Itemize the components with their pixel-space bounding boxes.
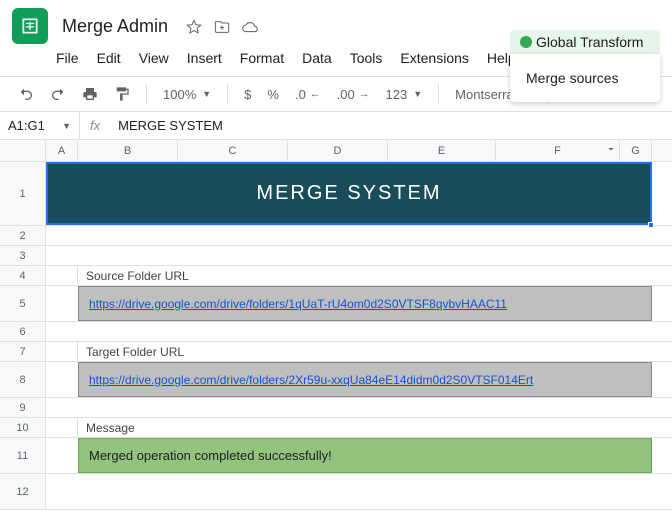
- formula-bar: A1:G1▼ fx MERGE SYSTEM: [0, 112, 672, 140]
- formula-input[interactable]: MERGE SYSTEM: [110, 118, 231, 133]
- menu-extensions[interactable]: Extensions: [392, 46, 476, 70]
- star-icon[interactable]: [186, 19, 202, 38]
- percent-button[interactable]: %: [261, 83, 285, 106]
- menu-insert[interactable]: Insert: [179, 46, 230, 70]
- fx-icon: fx: [80, 118, 110, 133]
- banner-cell[interactable]: MERGE SYSTEM: [46, 162, 652, 225]
- source-url-link[interactable]: https://drive.google.com/drive/folders/1…: [89, 297, 507, 311]
- document-title[interactable]: Merge Admin: [56, 14, 174, 39]
- col-header-E[interactable]: E: [388, 140, 496, 161]
- custom-menu-title: Global Transform: [536, 34, 643, 50]
- row-header-11[interactable]: 11: [0, 438, 46, 473]
- menu-file[interactable]: File: [48, 46, 87, 70]
- menu-tools[interactable]: Tools: [342, 46, 391, 70]
- source-url-cell[interactable]: https://drive.google.com/drive/folders/1…: [78, 286, 652, 321]
- row-header-8[interactable]: 8: [0, 362, 46, 397]
- row-header-12[interactable]: 12: [0, 474, 46, 509]
- select-all-corner[interactable]: [0, 140, 46, 161]
- col-header-A[interactable]: A: [46, 140, 78, 161]
- source-label[interactable]: Source Folder URL: [78, 266, 672, 285]
- row-header-7[interactable]: 7: [0, 342, 46, 361]
- target-url-cell[interactable]: https://drive.google.com/drive/folders/2…: [78, 362, 652, 397]
- spreadsheet-grid: A B C D E F G 1 MERGE SYSTEM 2 3 4 Source…: [0, 140, 672, 510]
- custom-menu: Global Transform Merge sources: [510, 30, 660, 102]
- name-box[interactable]: A1:G1▼: [0, 112, 80, 139]
- currency-button[interactable]: $: [238, 83, 257, 106]
- custom-menu-dropdown: Merge sources: [510, 54, 660, 102]
- target-url-link[interactable]: https://drive.google.com/drive/folders/2…: [89, 373, 533, 387]
- col-header-B[interactable]: B: [78, 140, 178, 161]
- number-format-select[interactable]: 123▼: [380, 83, 429, 106]
- menu-data[interactable]: Data: [294, 46, 340, 70]
- menu-item-merge-sources[interactable]: Merge sources: [510, 62, 660, 94]
- row-header-5[interactable]: 5: [0, 286, 46, 321]
- status-dot-icon: [520, 36, 532, 48]
- paint-format-button[interactable]: [108, 82, 136, 106]
- menu-view[interactable]: View: [131, 46, 177, 70]
- target-label[interactable]: Target Folder URL: [78, 342, 672, 361]
- undo-button[interactable]: [12, 82, 40, 106]
- increase-decimal-button[interactable]: .00→: [331, 83, 376, 106]
- col-header-C[interactable]: C: [178, 140, 288, 161]
- redo-button[interactable]: [44, 82, 72, 106]
- filter-icon[interactable]: [605, 143, 617, 158]
- message-cell[interactable]: Merged operation completed successfully!: [78, 438, 652, 473]
- row-header-3[interactable]: 3: [0, 246, 46, 265]
- sheets-logo[interactable]: [12, 8, 48, 44]
- menu-format[interactable]: Format: [232, 46, 292, 70]
- row-header-6[interactable]: 6: [0, 322, 46, 341]
- menu-global-transform[interactable]: Global Transform: [510, 30, 660, 54]
- print-button[interactable]: [76, 82, 104, 106]
- decrease-decimal-button[interactable]: .0←: [289, 83, 327, 106]
- row-header-4[interactable]: 4: [0, 266, 46, 285]
- move-icon[interactable]: [214, 19, 230, 38]
- zoom-select[interactable]: 100%▼: [157, 83, 217, 106]
- row-header-1[interactable]: 1: [0, 162, 46, 225]
- col-header-D[interactable]: D: [288, 140, 388, 161]
- cloud-icon[interactable]: [242, 19, 258, 38]
- row-header-10[interactable]: 10: [0, 418, 46, 437]
- row-header-2[interactable]: 2: [0, 226, 46, 245]
- col-header-F[interactable]: F: [496, 140, 620, 161]
- col-header-G[interactable]: G: [620, 140, 652, 161]
- menu-edit[interactable]: Edit: [89, 46, 129, 70]
- message-label[interactable]: Message: [78, 418, 672, 437]
- row-header-9[interactable]: 9: [0, 398, 46, 417]
